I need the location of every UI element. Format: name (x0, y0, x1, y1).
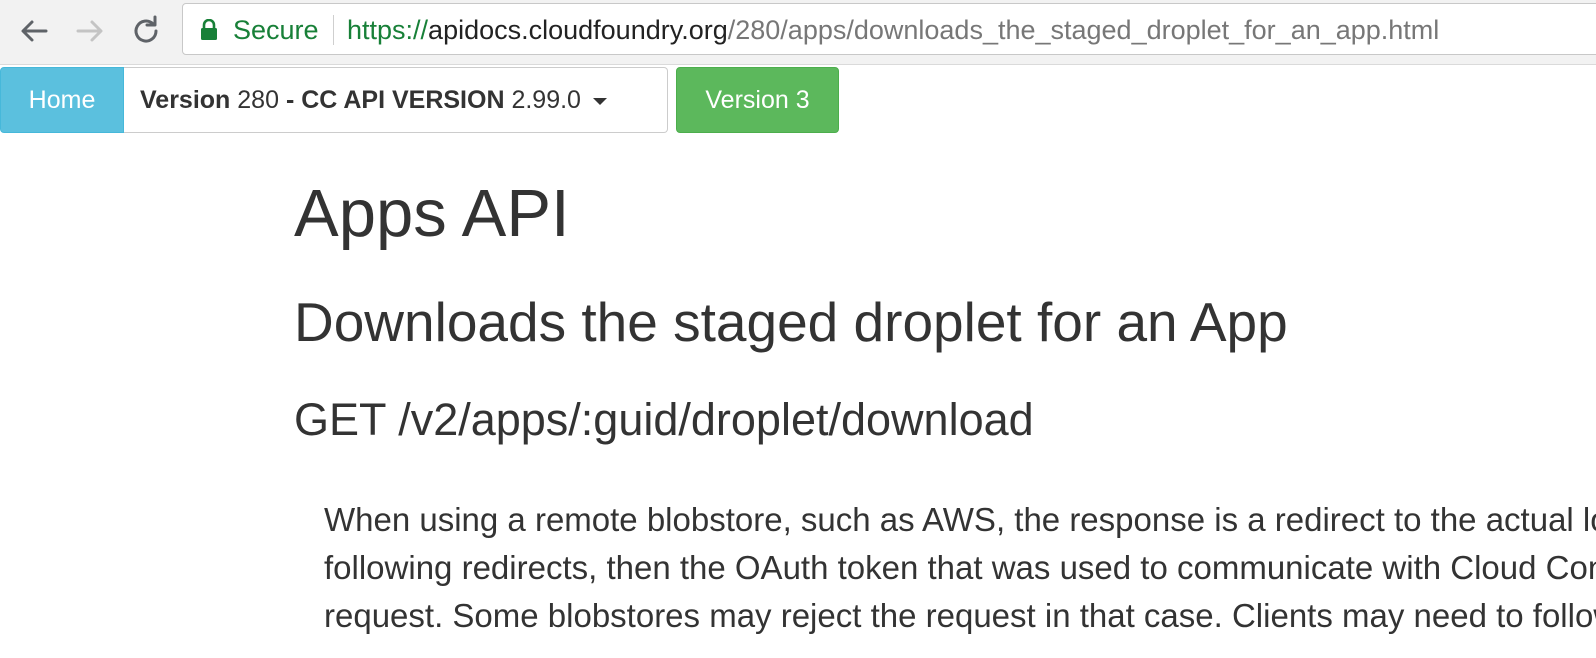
security-label[interactable]: Secure (233, 14, 319, 46)
home-button[interactable]: Home (0, 67, 124, 133)
reload-button[interactable] (126, 11, 166, 51)
url-host: apidocs.cloudfoundry.org (428, 15, 728, 45)
endpoint-title: Downloads the staged droplet for an App (294, 291, 1288, 353)
lock-icon (200, 18, 218, 46)
description-line: following redirects, then the OAuth toke… (324, 549, 1596, 586)
description-line: request. Some blobstores may reject the … (324, 597, 1596, 634)
reload-icon (134, 15, 158, 43)
forward-button[interactable] (70, 11, 110, 51)
endpoint-description: When using a remote blobstore, such as A… (324, 496, 1596, 640)
back-button[interactable] (14, 11, 54, 51)
version-number: 280 (237, 85, 279, 114)
url-path: /280/apps/downloads_the_staged_droplet_f… (727, 15, 1440, 45)
cc-api-label: - CC API VERSION (285, 85, 505, 114)
url-scheme: https:// (347, 15, 429, 45)
address-bar[interactable]: Secure https://apidocs.cloudfoundry.org/… (182, 3, 1596, 55)
caret-down-icon (592, 97, 607, 105)
url-text[interactable]: https://apidocs.cloudfoundry.org/280/app… (347, 14, 1439, 46)
cc-api-version: 2.99.0 (511, 85, 581, 114)
version-label: Version (140, 85, 231, 114)
endpoint-path: GET /v2/apps/:guid/droplet/download (294, 394, 1034, 445)
browser-toolbar: Secure https://apidocs.cloudfoundry.org/… (0, 0, 1596, 65)
page-title: Apps API (294, 176, 570, 251)
arrow-left-icon (21, 20, 48, 42)
version-3-button[interactable]: Version 3 (676, 67, 839, 133)
description-line: When using a remote blobstore, such as A… (324, 501, 1596, 538)
version-dropdown[interactable]: Version 280 - CC API VERSION 2.99.0 (124, 67, 668, 133)
address-divider (333, 15, 334, 45)
arrow-right-icon (76, 20, 103, 42)
